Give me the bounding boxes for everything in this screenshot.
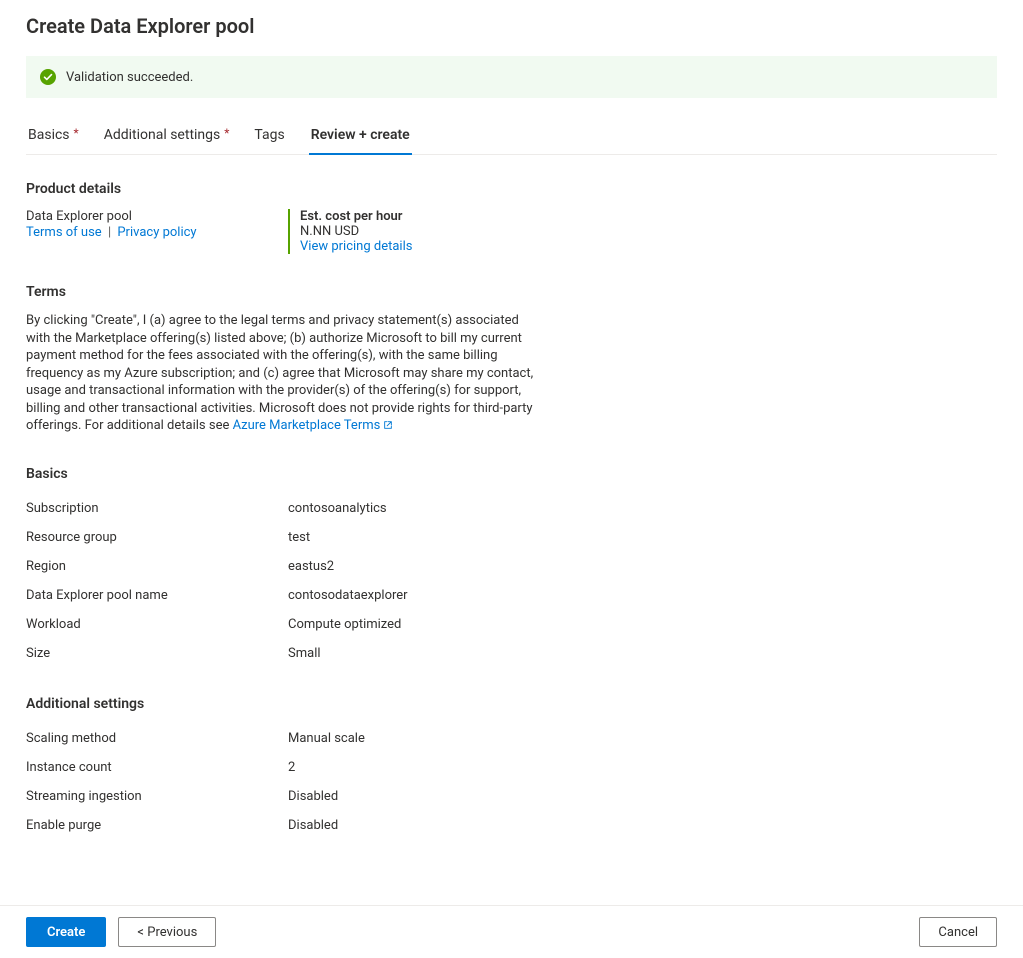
- footer-bar: Create < Previous Cancel: [0, 905, 1023, 958]
- basics-key: Size: [26, 646, 288, 661]
- validation-banner: Validation succeeded.: [26, 56, 997, 98]
- basics-value: contosoanalytics: [288, 501, 387, 516]
- additional-value: Disabled: [288, 818, 338, 833]
- tab-review-create[interactable]: Review + create: [309, 119, 412, 155]
- additional-row-streaming-ingestion: Streaming ingestion Disabled: [26, 782, 997, 811]
- page-title: Create Data Explorer pool: [26, 14, 997, 38]
- additional-value: Disabled: [288, 789, 338, 804]
- additional-row-instance-count: Instance count 2: [26, 753, 997, 782]
- basics-value: test: [288, 530, 310, 545]
- basics-row-resource-group: Resource group test: [26, 523, 997, 552]
- validation-message: Validation succeeded.: [66, 70, 193, 85]
- product-details-heading: Product details: [26, 181, 997, 197]
- additional-row-scaling-method: Scaling method Manual scale: [26, 724, 997, 753]
- basics-value: contosodataexplorer: [288, 588, 408, 603]
- basics-row-size: Size Small: [26, 639, 997, 668]
- additional-key: Scaling method: [26, 731, 288, 746]
- azure-marketplace-terms-link[interactable]: Azure Marketplace Terms: [233, 418, 394, 433]
- cancel-button[interactable]: Cancel: [919, 917, 997, 947]
- view-pricing-details-link[interactable]: View pricing details: [300, 239, 412, 254]
- basics-row-subscription: Subscription contosoanalytics: [26, 494, 997, 523]
- basics-heading: Basics: [26, 466, 997, 482]
- tab-additional-settings[interactable]: Additional settings: [102, 119, 231, 155]
- basics-key: Subscription: [26, 501, 288, 516]
- basics-key: Resource group: [26, 530, 288, 545]
- terms-heading: Terms: [26, 284, 997, 300]
- create-button[interactable]: Create: [26, 917, 106, 947]
- product-name: Data Explorer pool: [26, 209, 288, 224]
- tabs-bar: Basics Additional settings Tags Review +…: [26, 118, 997, 155]
- additional-settings-heading: Additional settings: [26, 696, 997, 712]
- terms-body-text: By clicking "Create", I (a) agree to the…: [26, 313, 533, 433]
- basics-key: Data Explorer pool name: [26, 588, 288, 603]
- link-separator: |: [108, 225, 111, 240]
- tab-basics[interactable]: Basics: [26, 119, 80, 155]
- cost-per-hour-label: Est. cost per hour: [300, 209, 412, 224]
- product-details-row: Data Explorer pool Terms of use | Privac…: [26, 209, 997, 254]
- basics-value: Compute optimized: [288, 617, 401, 632]
- tab-tags[interactable]: Tags: [252, 119, 286, 155]
- basics-key: Region: [26, 559, 288, 574]
- external-link-icon: [383, 418, 393, 436]
- additional-key: Instance count: [26, 760, 288, 775]
- basics-row-pool-name: Data Explorer pool name contosodataexplo…: [26, 581, 997, 610]
- privacy-policy-link[interactable]: Privacy policy: [117, 225, 196, 240]
- basics-value: eastus2: [288, 559, 334, 574]
- cost-per-hour-value: N.NN USD: [300, 224, 412, 239]
- terms-body: By clicking "Create", I (a) agree to the…: [26, 312, 536, 436]
- basics-value: Small: [288, 646, 321, 661]
- basics-key: Workload: [26, 617, 288, 632]
- additional-row-enable-purge: Enable purge Disabled: [26, 811, 997, 840]
- basics-row-workload: Workload Compute optimized: [26, 610, 997, 639]
- previous-button[interactable]: < Previous: [118, 917, 216, 947]
- additional-key: Streaming ingestion: [26, 789, 288, 804]
- additional-value: Manual scale: [288, 731, 365, 746]
- additional-value: 2: [288, 760, 295, 775]
- basics-row-region: Region eastus2: [26, 552, 997, 581]
- terms-of-use-link[interactable]: Terms of use: [26, 225, 102, 240]
- success-check-icon: [40, 69, 56, 85]
- additional-key: Enable purge: [26, 818, 288, 833]
